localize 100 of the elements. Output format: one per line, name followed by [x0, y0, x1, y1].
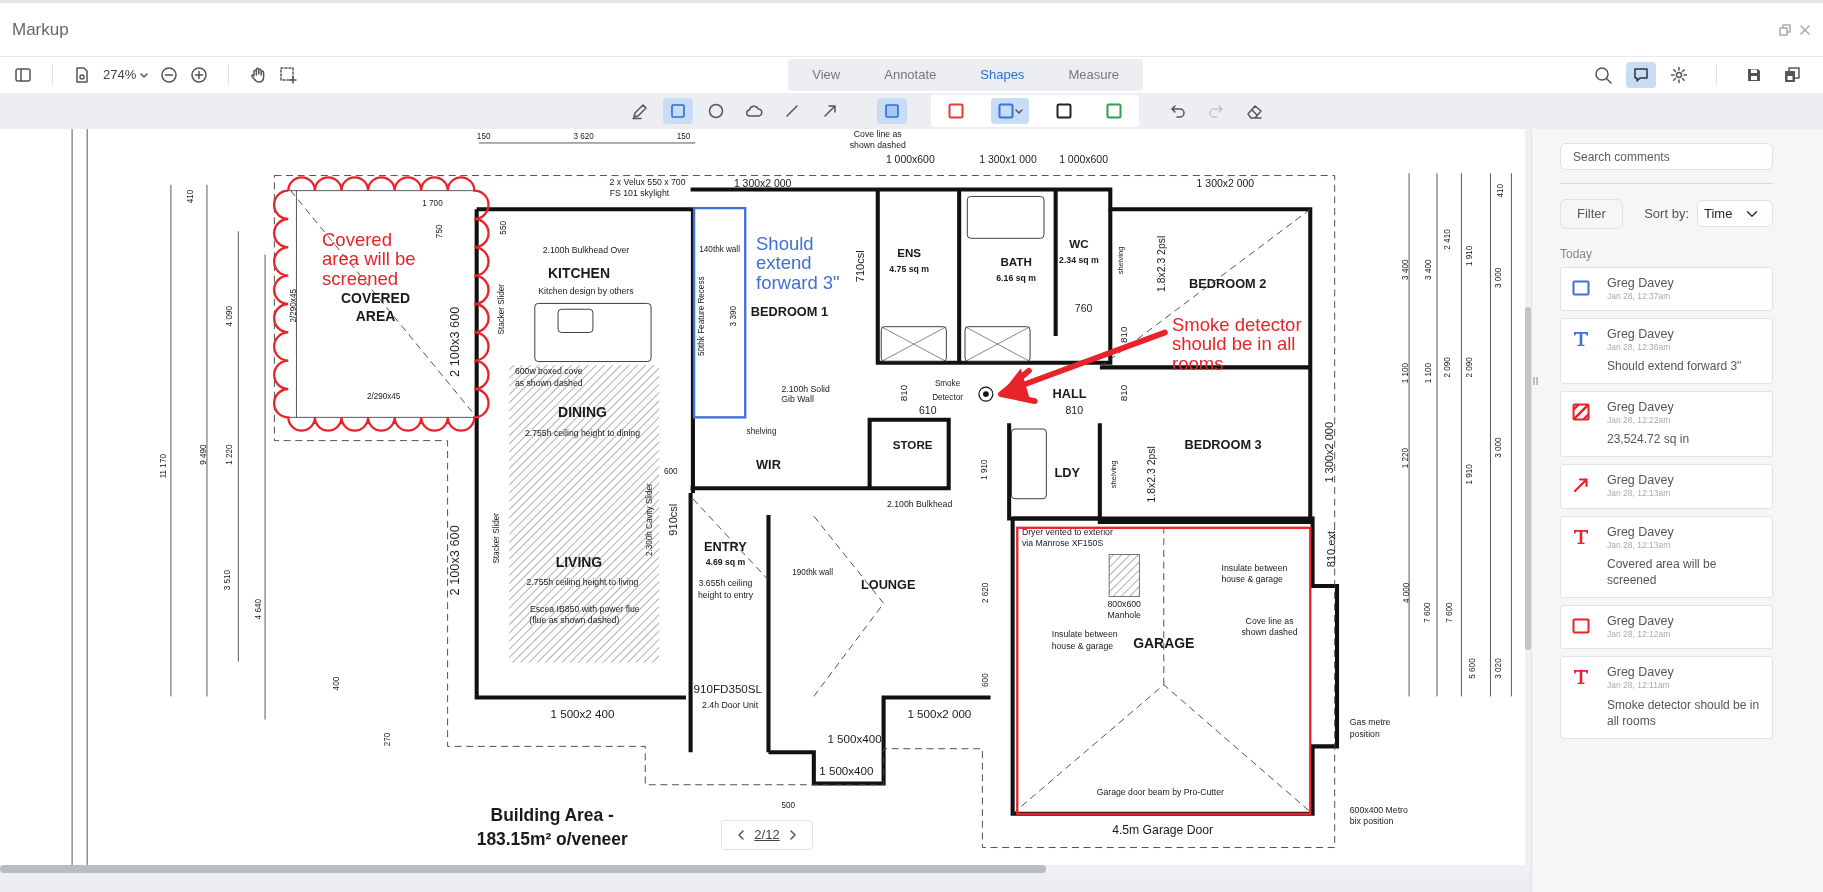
sort-select[interactable]: Time [1697, 200, 1773, 228]
zoom-in-icon [190, 66, 209, 84]
dimension-label: 1 100 [1424, 363, 1433, 384]
caret-icon [1014, 107, 1023, 115]
pen-icon [630, 102, 649, 120]
dimension-label: 3 620 [573, 132, 594, 142]
horizontal-scrollbar[interactable] [0, 865, 1046, 873]
dimension-label: 600 [981, 673, 991, 687]
redo-icon [1206, 102, 1225, 120]
zoom-dropdown[interactable]: 274% [97, 63, 155, 87]
plan-note: 600w boxed cove [514, 366, 583, 377]
dimension-label: 4.5m Garage Door [1112, 822, 1214, 837]
save-icon [1745, 66, 1763, 84]
plan-note: Gib Wall [781, 394, 814, 405]
dimension-label: 11 170 [159, 454, 169, 479]
dimension-label: 400 [332, 676, 342, 691]
vertical-scrollbar[interactable] [1525, 307, 1531, 650]
comment-text: Should extend forward 3" [1607, 357, 1742, 375]
comments-button[interactable] [1626, 62, 1656, 88]
comment-card[interactable]: Greg Davey Jan 28, 12:12am [1560, 605, 1773, 650]
dimension-label: 4 640 [254, 599, 264, 620]
plan-note: 3.655h ceiling [698, 577, 753, 588]
comment-author: Greg Davey [1607, 400, 1675, 416]
comment-author: Greg Davey [1607, 524, 1675, 540]
dimension-label: 2 620 [981, 582, 991, 604]
plan-note: bix position [1349, 816, 1394, 827]
plan-note: 2.100h Solid [781, 383, 830, 394]
comment-card[interactable]: Greg Davey Jan 28, 12:37am [1560, 266, 1773, 311]
comment-card[interactable]: Greg Davey Jan 28, 12:36am Should extend forward 3" [1560, 317, 1773, 385]
dimension-label: 750 [434, 224, 444, 239]
dimension-label: 810 [1117, 326, 1129, 344]
dimension-label: 1 910 [979, 459, 989, 480]
plan-note: 800x600 [1107, 598, 1141, 609]
dimension-label: 7 600 [1444, 602, 1454, 623]
dimension-label: 2 090 [1442, 357, 1452, 378]
fill-tool-button[interactable] [876, 98, 907, 124]
zoom-out-icon [160, 66, 179, 84]
dimension-label: 910csl [667, 503, 680, 536]
comment-author: Greg Davey [1607, 665, 1675, 681]
room-label: ENS [897, 245, 922, 259]
caret-icon [140, 71, 149, 79]
plan-note: Gas metre [1349, 717, 1391, 728]
plan-note: shelving [746, 426, 777, 436]
plan-note: 2.755h ceiling height to dining [524, 427, 641, 438]
plan-note: 2.300h Cavity Slider [645, 483, 655, 557]
comment-card[interactable]: Greg Davey Jan 28, 12:13am [1560, 464, 1773, 509]
room-label: WIR [756, 456, 781, 472]
dimension-label: 760 [1074, 302, 1093, 314]
rectangle-tool-button[interactable] [662, 98, 693, 124]
comment-time: Jan 28, 12:13am [1607, 539, 1672, 550]
dimension-label: 2 100x3 600 [447, 525, 463, 596]
color-swatch-button[interactable] [990, 98, 1029, 124]
dimension-label: 2 100x3 600 [447, 306, 463, 377]
room-label: STORE [892, 437, 933, 451]
plan-note: Kitchen design by others [538, 286, 634, 297]
dimension-label: 1 000x600 [1059, 153, 1108, 165]
dimension-label: 3 020 [1493, 658, 1503, 679]
chevron-right-icon[interactable] [787, 829, 798, 841]
dimension-label: 1 300x2 000 [733, 178, 792, 190]
comment-time: Jan 28, 12:22am [1607, 415, 1672, 426]
plan-note: Detector [932, 392, 963, 402]
plan-note: house & garage [1051, 640, 1114, 651]
dimension-label: 610 [919, 404, 937, 416]
plan-note: 4.69 sq m [705, 557, 746, 567]
comment-card[interactable]: Greg Davey Jan 28, 12:11am Smoke detector should be in all rooms [1560, 656, 1773, 739]
toolbar-tab[interactable]: View [790, 61, 863, 89]
dimension-label: 1 500x2 000 [907, 707, 972, 721]
comment-text: 23,524.72 sq in [1607, 431, 1690, 448]
filter-button[interactable]: Filter [1560, 199, 1623, 229]
toolbar-tab[interactable]: Measure [1046, 61, 1141, 89]
fill-icon [882, 102, 901, 120]
room-label: HALL [1052, 385, 1087, 401]
comment-time: Jan 28, 12:13am [1607, 488, 1672, 499]
comment-author: Greg Davey [1607, 473, 1674, 489]
comment-author: Greg Davey [1607, 326, 1675, 342]
comment-card[interactable]: Greg Davey Jan 28, 12:22am 23,524.72 sq in [1560, 391, 1773, 458]
page-number[interactable]: 2/12 [754, 825, 780, 845]
room-label: BEDROOM 2 [1189, 276, 1267, 292]
dimension-label: 1 500x2 400 [550, 707, 615, 721]
save-as-icon [1783, 66, 1801, 84]
plan-note: Cove line as [853, 129, 902, 140]
dimension-label: 600 [664, 467, 678, 477]
room-label: LDY [1054, 464, 1081, 480]
plan-note: 2.100h Bulkhead Over [542, 245, 630, 256]
toolbar-tab[interactable]: Annotate [862, 61, 959, 89]
room-label: GARAGE [1133, 634, 1195, 651]
dimension-label: 150 [676, 132, 691, 142]
room-label: KITCHEN [548, 264, 610, 281]
toolbar-tab[interactable]: Shapes [958, 61, 1047, 89]
comment-card[interactable]: Greg Davey Jan 28, 12:13am Covered area will be screened [1560, 515, 1773, 599]
dimension-label: 410 [1496, 183, 1506, 198]
dimension-label: 1 100 [1400, 363, 1410, 384]
chevron-left-icon[interactable] [736, 829, 747, 841]
dimension-label: 710csl [854, 250, 867, 283]
splitter-handle-icon[interactable] [1532, 375, 1538, 386]
room-label: DINING [558, 404, 607, 421]
search-field[interactable]: Search comments [1560, 143, 1773, 170]
dimension-label: 810 [1065, 404, 1083, 416]
plan-note: 2.100h Bulkhead [886, 498, 953, 509]
document-icon [73, 66, 91, 84]
